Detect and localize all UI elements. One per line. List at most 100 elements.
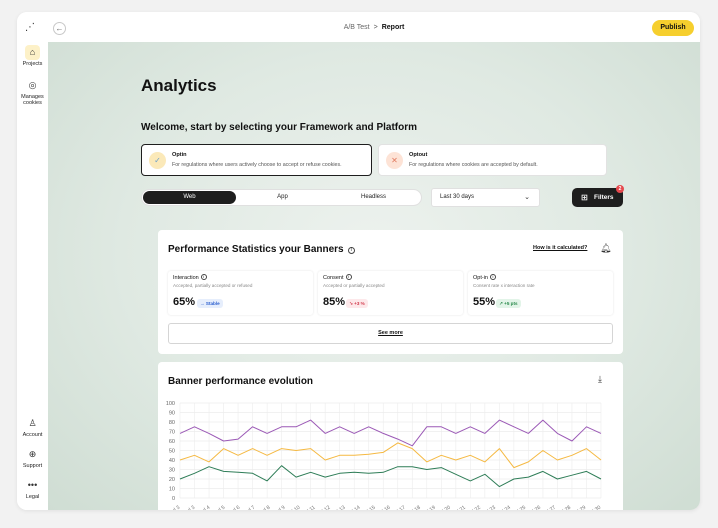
metric-card-interaction: Interaction i Accepted, partially accepte…: [168, 271, 313, 315]
x-tick-label: Jul 17: [392, 505, 407, 510]
trend-label: Stable: [205, 301, 220, 306]
framework-desc: For regulations where cookies are accept…: [409, 162, 538, 168]
sidebar-item-support[interactable]: ⊕ Support: [17, 447, 48, 469]
sidebar-item-projects[interactable]: ⌂ Projects: [17, 45, 48, 67]
x-tick-label: Jul 5: [214, 505, 227, 510]
metric-title: Consent i: [323, 274, 352, 281]
stats-title: Performance Statistics your Banners i: [168, 244, 355, 255]
x-tick-label: Jul 9: [274, 505, 287, 510]
info-icon[interactable]: i: [200, 274, 207, 280]
sidebar-item-manages-cookies[interactable]: ◎ Manages cookies: [17, 78, 48, 106]
trend-label: +3 %: [354, 301, 365, 306]
x-tick-label: Jul 15: [362, 505, 377, 510]
bell-icon[interactable]: 🔔︎: [600, 243, 611, 254]
chevron-right-icon: >: [373, 24, 378, 31]
x-tick-label: Jul 12: [317, 505, 332, 510]
sidebar-item-label: Support: [22, 463, 43, 469]
x-tick-label: Jul 30: [587, 505, 602, 510]
x-tick-label: Jul 24: [497, 505, 512, 510]
sidebar-item-account[interactable]: ♙ Account: [17, 416, 48, 438]
tab-web[interactable]: Web: [143, 191, 236, 204]
arrow-up-right-icon: ↗: [499, 301, 503, 306]
filter-icon: ⊞: [581, 193, 588, 202]
x-tick-label: Jul 18: [407, 505, 422, 510]
series-line-1: [179, 419, 602, 447]
logo: ⋰: [25, 22, 35, 33]
sidebar-item-label: Account: [22, 432, 43, 438]
y-tick-label: 90: [169, 410, 175, 416]
date-range-value: Last 30 days: [440, 194, 475, 200]
y-tick-label: 30: [169, 467, 175, 473]
platform-tabs: Web App Headless: [141, 189, 422, 206]
stats-title-text: Performance Statistics your Banners: [168, 244, 344, 255]
info-icon[interactable]: i: [489, 274, 496, 280]
x-tick-label: Jul 13: [332, 505, 347, 510]
arrow-right-icon: →: [200, 301, 205, 306]
x-tick-label: Jul 20: [437, 505, 452, 510]
y-tick-label: 50: [169, 448, 175, 454]
trend-badge: ↗ +5 pts: [496, 299, 521, 308]
breadcrumb-root[interactable]: A/B Test: [344, 24, 370, 31]
info-icon[interactable]: i: [347, 247, 355, 254]
optin-icon: ✓: [149, 152, 166, 169]
x-tick-label: Jul 6: [229, 505, 242, 510]
support-icon: ⊕: [28, 449, 37, 459]
sidebar: ⋰ ⌂ Projects ◎ Manages cookies ♙ Account…: [17, 12, 48, 510]
y-tick-label: 60: [169, 439, 175, 445]
x-tick-label: Jul 8: [259, 505, 272, 510]
app-window: ⋰ ⌂ Projects ◎ Manages cookies ♙ Account…: [17, 12, 700, 510]
sidebar-item-label: Manages cookies: [21, 94, 44, 106]
cookie-icon: ◎: [28, 80, 37, 90]
metric-desc: Accepted or partially accepted: [323, 283, 385, 288]
metric-desc: Consent rate x interaction rate: [473, 283, 535, 288]
how-calculated-link[interactable]: How is it calculated?: [533, 245, 587, 251]
framework-title: Optin: [172, 152, 187, 158]
framework-card-optout[interactable]: ✕ Optout For regulations where cookies a…: [378, 144, 607, 176]
welcome-heading: Welcome, start by selecting your Framewo…: [141, 122, 418, 133]
publish-button[interactable]: Publish: [652, 20, 694, 36]
x-tick-label: Jul 23: [482, 505, 497, 510]
metric-value: 55%: [473, 296, 496, 308]
main-canvas: Analytics Welcome, start by selecting yo…: [48, 42, 700, 510]
banner-evolution-card: Banner performance evolution ⤓ 0 10 20 30 40…: [158, 362, 623, 510]
more-icon: •••: [27, 480, 38, 490]
top-bar: ← A/B Test > Report Publish: [48, 12, 700, 42]
home-icon: ⌂: [25, 45, 40, 60]
x-tick-label: Jul 4: [199, 505, 212, 510]
sidebar-item-legal[interactable]: ••• Legal: [17, 478, 48, 500]
line-chart: 0102030405060708090100Jul 3 Jul 3 Jul 4 Jul…: [166, 401, 602, 510]
x-tick-label: Jul 28: [557, 505, 572, 510]
breadcrumb-current: Report: [381, 24, 405, 31]
page-title: Analytics: [141, 76, 217, 95]
trend-badge: ↘ +3 %: [346, 299, 368, 308]
metric-title: Interaction i: [173, 274, 207, 281]
performance-stats-card: Performance Statistics your Banners i How…: [158, 230, 623, 354]
y-tick-label: 70: [169, 429, 175, 435]
y-tick-label: 40: [169, 458, 175, 464]
x-tick-label: Jul 3: [169, 505, 182, 510]
y-tick-label: 80: [169, 420, 175, 426]
x-tick-label: Jul 7: [244, 505, 257, 510]
filters-label: Filters: [594, 194, 614, 201]
tab-app[interactable]: App: [236, 191, 329, 204]
filters-button[interactable]: ⊞ Filters: [572, 188, 623, 207]
x-tick-label: Jul 21: [452, 505, 467, 510]
sidebar-item-label: Projects: [22, 61, 43, 67]
y-tick-label: 0: [172, 496, 175, 502]
sidebar-item-label: Legal: [25, 494, 40, 500]
person-icon: ♙: [28, 418, 37, 428]
framework-card-optin[interactable]: ✓ Optin For regulations where users acti…: [141, 144, 372, 176]
y-tick-label: 20: [169, 477, 175, 483]
see-more-button[interactable]: See more: [168, 323, 613, 344]
x-tick-label: Jul 19: [422, 505, 437, 510]
metric-value: 85%: [323, 296, 346, 308]
x-tick-label: Jul 29: [572, 505, 587, 510]
info-icon[interactable]: i: [345, 274, 352, 280]
metric-value: 65%: [173, 296, 196, 308]
tab-headless[interactable]: Headless: [327, 191, 420, 204]
date-range-select[interactable]: Last 30 days ⌄: [431, 188, 540, 207]
metric-card-consent: Consent i Accepted or partially accepted …: [318, 271, 463, 315]
x-tick-label: Jul 25: [512, 505, 527, 510]
series-line-3: [179, 465, 602, 488]
trend-label: +5 pts: [504, 301, 518, 306]
